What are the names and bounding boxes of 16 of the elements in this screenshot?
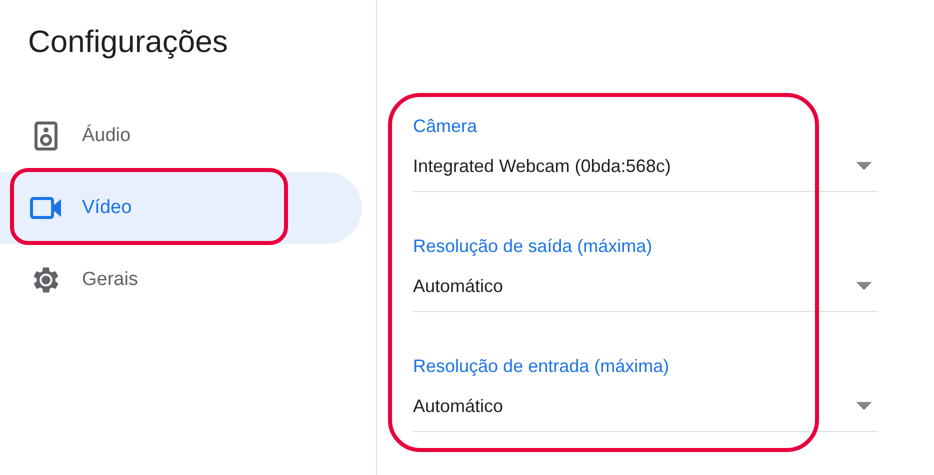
- sidebar-item[interactable]: Gerais: [0, 244, 362, 316]
- field-label: Resolução de saída (máxima): [413, 235, 654, 258]
- sidebar-item[interactable]: Áudio: [0, 100, 362, 172]
- dropdown-field[interactable]: Automático: [413, 274, 878, 312]
- settings-title: Configurações: [27, 23, 229, 61]
- dropdown-field[interactable]: Integrated Webcam (0bda:568c): [413, 154, 878, 192]
- field-label: Câmera: [413, 115, 478, 138]
- dropdown-arrow-icon: [856, 282, 872, 290]
- dropdown-arrow-icon: [856, 402, 872, 410]
- video-camera-icon: [30, 197, 62, 219]
- sidebar-item[interactable]: Vídeo: [0, 172, 362, 244]
- settings-icon: [31, 265, 61, 295]
- speaker-icon: [34, 121, 58, 151]
- dropdown-arrow-icon: [856, 162, 872, 170]
- dropdown-field[interactable]: Automático: [413, 394, 878, 432]
- field-label: Resolução de entrada (máxima): [413, 355, 670, 378]
